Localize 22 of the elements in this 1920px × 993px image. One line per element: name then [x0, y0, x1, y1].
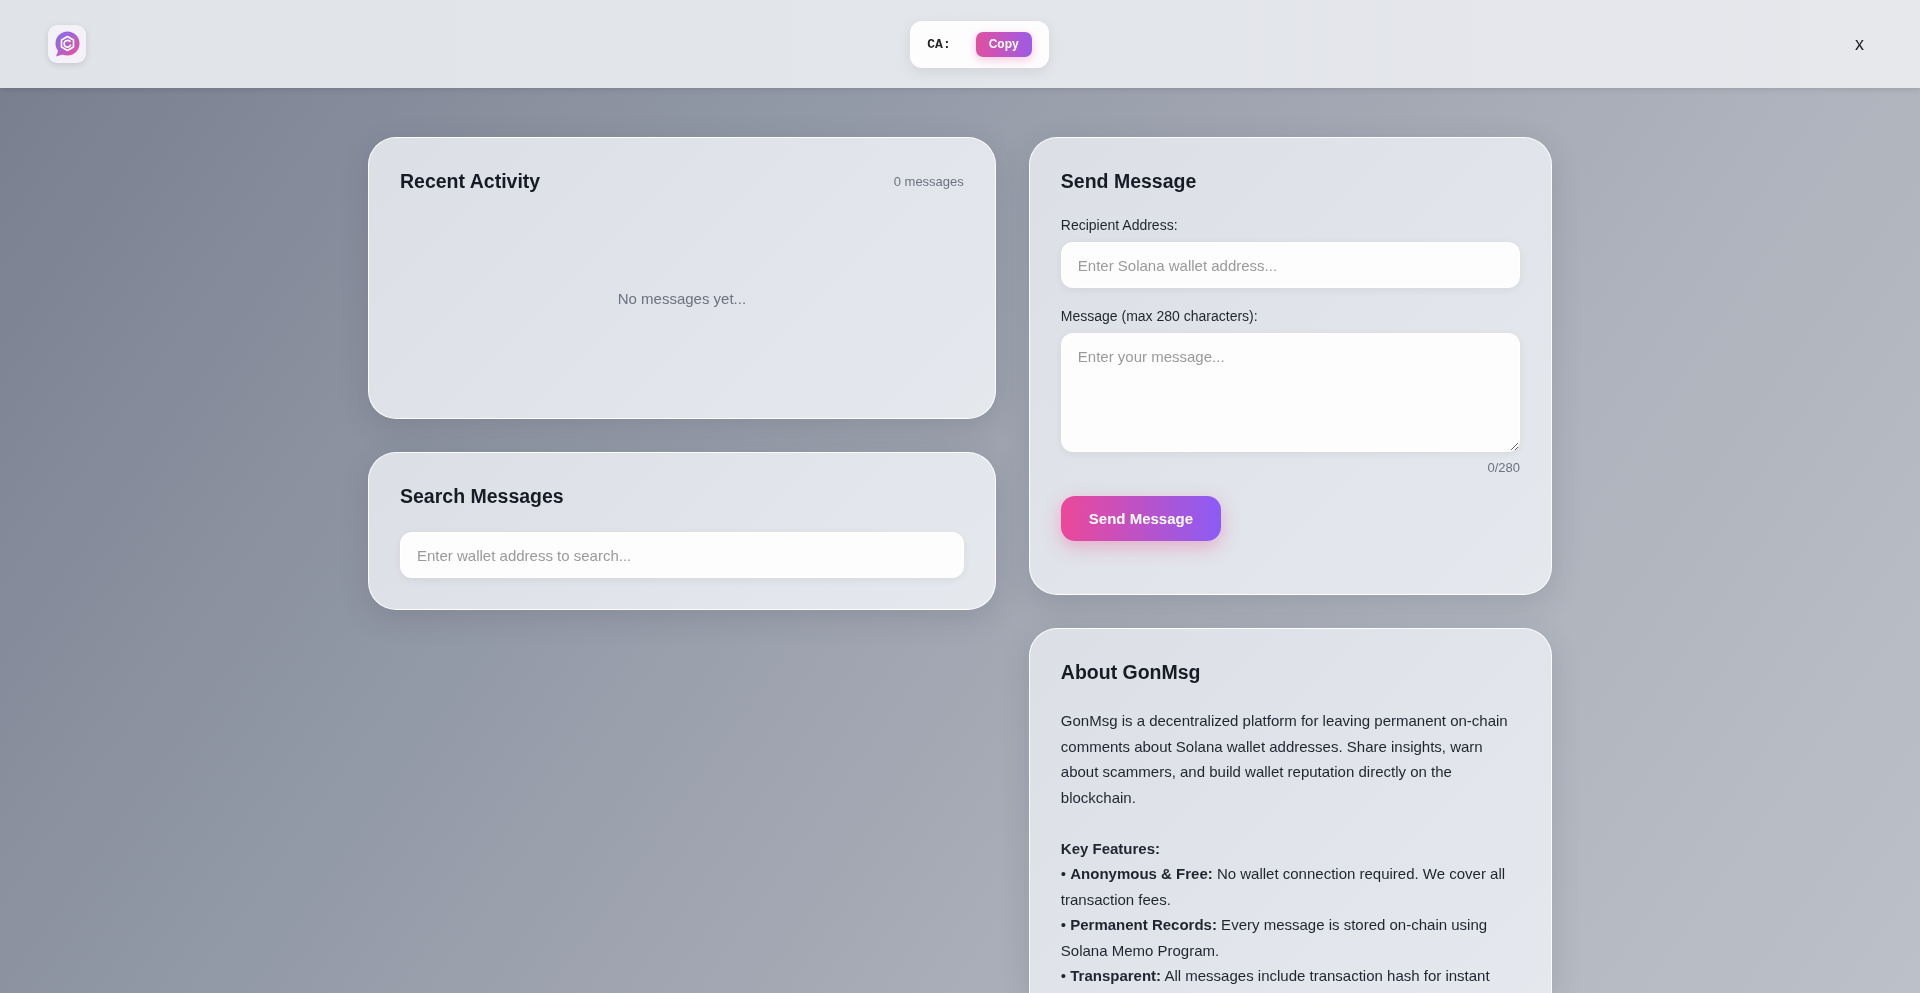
about-paragraph: GonMsg is a decentralized platform for leaving permanent on-chain comments about Solana wallet addresses. Share insights, warn about scammers, and build wallet reputation directly on the blockchain. — [1060, 711, 1509, 808]
empty-state-text: No messages yet... — [617, 289, 747, 307]
card-title: Send Message — [1060, 169, 1198, 193]
message-field[interactable]: Enter your message... — [1060, 333, 1520, 452]
features-heading: Key Features: — [1060, 838, 1162, 859]
message-count: 0 messages — [893, 173, 964, 189]
card-title: Recent Activity — [400, 169, 541, 193]
field-label: Message (max 280 characters): — [1060, 308, 1259, 325]
address-field[interactable]: Enter Solana wallet address... — [1060, 242, 1520, 288]
search-field[interactable]: Enter wallet address to search... — [400, 532, 964, 578]
feature-item: • Transparent: All messages include transaction hash for instant — [1060, 966, 1491, 986]
feature-item: • Permanent Records: Every message is stored on-chain using Solana Memo Program. — [1060, 915, 1489, 961]
address-label: CA: — [927, 36, 951, 52]
card-title: Search Messages — [400, 484, 565, 508]
copy-button[interactable]: Copy — [975, 31, 1032, 57]
close-button[interactable]: x — [1847, 30, 1872, 58]
character-counter: 0/280 — [1487, 460, 1520, 476]
feature-item: • Anonymous & Free: No wallet connection required. We cover all transaction fees. — [1060, 864, 1507, 910]
field-label: Recipient Address: — [1060, 217, 1179, 234]
speech-bubble-icon[interactable] — [48, 25, 86, 63]
send-button[interactable]: Send Message — [1060, 496, 1222, 541]
card-title: About GonMsg — [1060, 660, 1202, 684]
